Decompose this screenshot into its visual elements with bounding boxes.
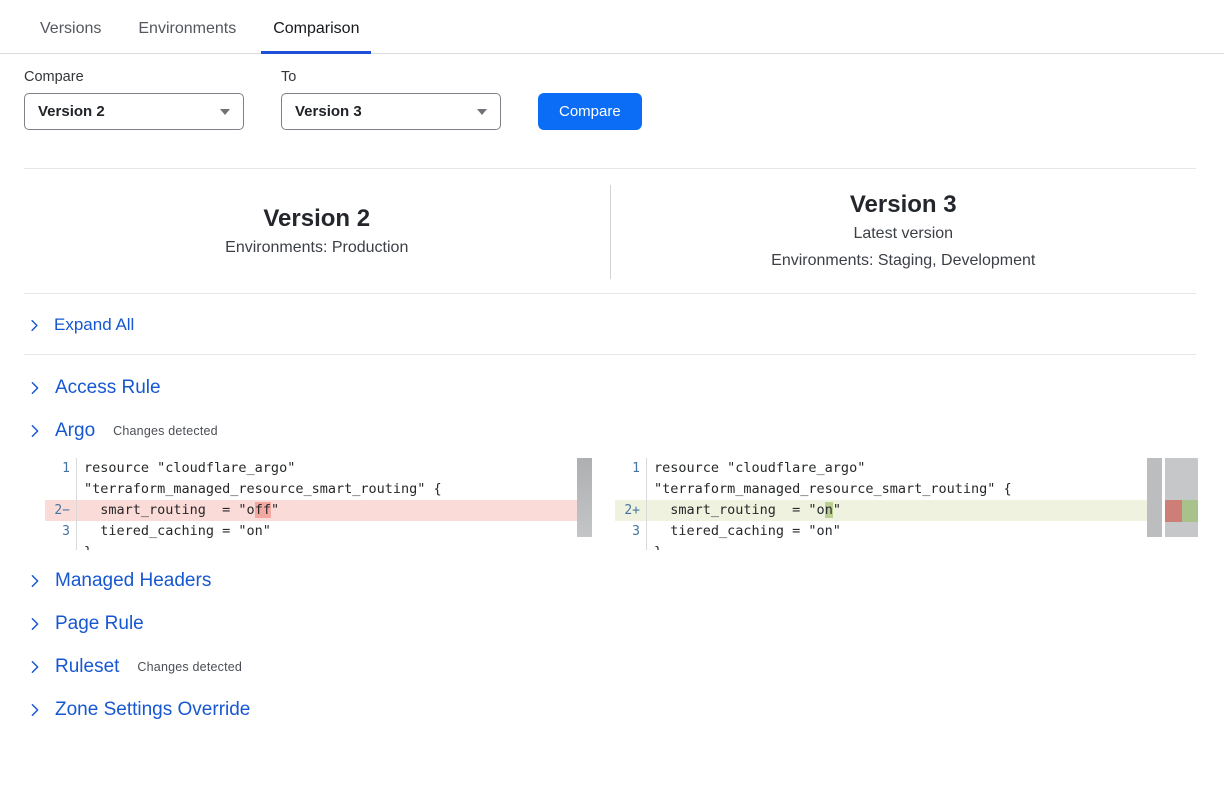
line-number: 2− [45,500,77,521]
code-text: resource "cloudflare_argo" [647,458,865,479]
code-text: smart_routing = "on" [647,500,841,521]
argo-diff-viewer: 1resource "cloudflare_argo" "terraform_m… [45,458,1224,550]
right-version-title: Version 3 [850,190,957,220]
section-label: Ruleset [55,655,119,678]
section-label: Access Rule [55,376,161,399]
code-text: tiered_caching = "on" [77,521,271,542]
left-version-title: Version 2 [263,204,370,234]
overview-removed-mark [1165,500,1182,522]
compare-from-value: Version 2 [38,103,105,120]
line-number: 1 [45,458,77,479]
diff-line-removed: 2− smart_routing = "off" [45,500,592,521]
chevron-right-icon [28,617,42,631]
expand-all-label: Expand All [54,315,134,335]
section-page-rule[interactable]: Page Rule [24,602,1200,645]
diff-line: 1resource "cloudflare_argo" [45,458,592,479]
section-ruleset[interactable]: Ruleset Changes detected [24,645,1200,688]
changes-detected-badge: Changes detected [137,660,242,674]
compare-from-label: Compare [24,69,244,85]
compare-to-label: To [281,69,501,85]
section-argo[interactable]: Argo Changes detected [24,409,1200,452]
compare-toolbar: Compare Version 2 To Version 3 Compare [0,54,1224,130]
added-token: n [825,502,833,518]
diff-pane-left: 1resource "cloudflare_argo" "terraform_m… [45,458,592,550]
code-text: } [647,542,662,550]
tab-environments[interactable]: Environments [126,14,248,54]
section-zone-settings-override[interactable]: Zone Settings Override [24,688,1200,731]
diff-line: } [45,542,592,550]
divider [24,354,1196,355]
chevron-right-icon [28,574,42,588]
chevron-right-icon [28,703,42,717]
right-version-environments: Environments: Staging, Development [771,247,1035,274]
version-headers: Version 2 Environments: Production Versi… [24,169,1196,293]
diff-line: } [615,542,1162,550]
removed-token: ff [255,502,271,518]
line-number [615,479,647,500]
diff-pane-right: 1resource "cloudflare_argo" "terraform_m… [615,458,1162,550]
left-version-environments: Environments: Production [225,234,408,261]
compare-to-field: To Version 3 [281,69,501,130]
line-number: 3 [45,521,77,542]
expand-all-button[interactable]: Expand All [24,294,1200,354]
compare-to-value: Version 3 [295,103,362,120]
chevron-down-icon [220,109,230,115]
code-text: } [77,542,92,550]
diff-line-added: 2+ smart_routing = "on" [615,500,1162,521]
code-text: "terraform_managed_resource_smart_routin… [647,479,1012,500]
left-pane-scrollbar[interactable] [577,458,592,537]
section-label: Page Rule [55,612,144,635]
code-text: "terraform_managed_resource_smart_routin… [77,479,442,500]
diff-overview-ruler [1165,458,1198,537]
line-number: 3 [615,521,647,542]
version-header-right: Version 3 Latest version Environments: S… [610,185,1197,279]
compare-to-select[interactable]: Version 3 [281,93,501,130]
line-number [45,542,77,550]
compare-from-select[interactable]: Version 2 [24,93,244,130]
section-label: Managed Headers [55,569,211,592]
section-label: Argo [55,419,95,442]
compare-from-field: Compare Version 2 [24,69,244,130]
line-number: 1 [615,458,647,479]
line-number: 2+ [615,500,647,521]
diff-line-wrap: "terraform_managed_resource_smart_routin… [615,479,1162,500]
chevron-right-icon [28,660,42,674]
compare-button[interactable]: Compare [538,93,642,130]
version-header-left: Version 2 Environments: Production [24,185,610,279]
right-version-latest: Latest version [853,220,953,247]
diff-line: 1resource "cloudflare_argo" [615,458,1162,479]
code-text: smart_routing = "off" [77,500,279,521]
overview-added-mark [1182,500,1198,522]
chevron-right-icon [28,381,42,395]
tab-bar: Versions Environments Comparison [0,0,1224,54]
right-pane-scrollbar[interactable] [1147,458,1162,537]
tab-versions[interactable]: Versions [28,14,113,54]
chevron-right-icon [28,319,41,332]
tab-comparison[interactable]: Comparison [261,14,371,54]
diff-line: 3 tiered_caching = "on" [45,521,592,542]
code-text: resource "cloudflare_argo" [77,458,295,479]
changes-detected-badge: Changes detected [113,424,218,438]
code-text: tiered_caching = "on" [647,521,841,542]
line-number [45,479,77,500]
section-label: Zone Settings Override [55,698,250,721]
diff-line: 3 tiered_caching = "on" [615,521,1162,542]
section-access-rule[interactable]: Access Rule [24,366,1200,409]
resource-sections: Access Rule Argo Changes detected 1resou… [0,366,1224,731]
chevron-down-icon [477,109,487,115]
chevron-right-icon [28,424,42,438]
line-number [615,542,647,550]
diff-line-wrap: "terraform_managed_resource_smart_routin… [45,479,592,500]
section-managed-headers[interactable]: Managed Headers [24,559,1200,602]
